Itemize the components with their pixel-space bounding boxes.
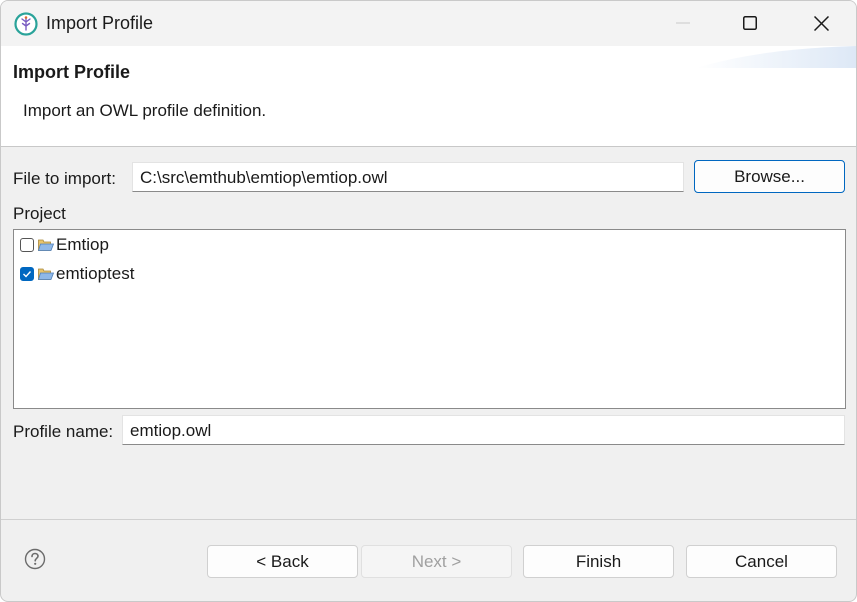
- window-title: Import Profile: [46, 13, 154, 33]
- file-to-import-input[interactable]: C:\src\emthub\emtiop\emtiop.owl: [132, 162, 684, 192]
- minimize-icon: [676, 22, 690, 24]
- wizard-banner: Import Profile Import an OWL profile def…: [1, 46, 856, 147]
- project-label: Project: [13, 204, 66, 223]
- browse-button[interactable]: Browse...: [694, 160, 845, 193]
- finish-button[interactable]: Finish: [523, 545, 674, 578]
- profile-name-label: Profile name:: [13, 422, 114, 441]
- project-checkbox-emtiop[interactable]: [20, 238, 34, 252]
- next-button[interactable]: Next >: [361, 545, 512, 578]
- maximize-icon: [743, 16, 757, 30]
- banner-decoration: [696, 46, 856, 68]
- back-button[interactable]: < Back: [207, 545, 358, 578]
- open-folder-icon: [38, 239, 54, 251]
- project-list[interactable]: Emtiop emtioptest: [13, 229, 846, 409]
- close-button[interactable]: [786, 1, 856, 46]
- footer-divider: [1, 519, 856, 520]
- profile-name-input[interactable]: emtiop.owl: [122, 415, 845, 445]
- open-folder-icon: [38, 268, 54, 280]
- import-profile-dialog: Import Profile Import Profile Import an …: [0, 0, 857, 602]
- page-title: Import Profile: [13, 62, 131, 82]
- help-icon[interactable]: [24, 548, 46, 575]
- title-bar[interactable]: Import Profile: [1, 1, 856, 46]
- page-description: Import an OWL profile definition.: [23, 101, 267, 120]
- minimize-button[interactable]: [648, 1, 718, 46]
- project-checkbox-emtioptest[interactable]: [20, 267, 34, 281]
- checkmark-icon: [23, 271, 32, 278]
- project-name: Emtiop: [56, 235, 109, 254]
- project-name: emtioptest: [56, 264, 135, 283]
- app-logo-icon: [14, 12, 38, 36]
- close-icon: [814, 16, 829, 31]
- maximize-button[interactable]: [715, 1, 785, 46]
- file-to-import-label: File to import:: [13, 169, 116, 188]
- cancel-button[interactable]: Cancel: [686, 545, 837, 578]
